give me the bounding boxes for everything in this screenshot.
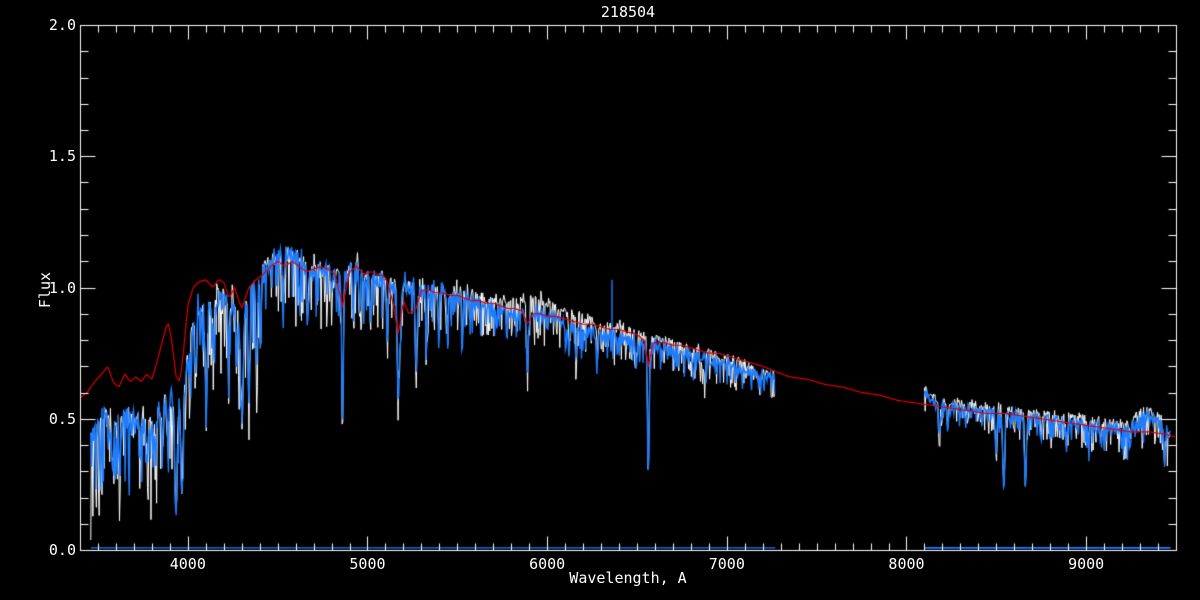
- x-tick-label: 7000: [708, 555, 745, 573]
- x-tick-label: 6000: [529, 555, 566, 573]
- x-axis-label: Wavelength, A: [569, 569, 687, 587]
- x-tick-label: 9000: [1068, 555, 1105, 573]
- y-tick-label: 2.0: [48, 16, 76, 34]
- spectrum-plot: 218504 Flux Wavelength, A 0.0 0.5 1.0 1.5 2.…: [0, 0, 1200, 600]
- y-tick-label: 0.5: [48, 409, 76, 428]
- x-tick-label: 5000: [349, 555, 386, 573]
- x-tick-label: 8000: [888, 555, 925, 573]
- y-tick-label: 1.5: [48, 147, 76, 166]
- y-tick-label: 0.0: [48, 541, 76, 559]
- x-tick-label: 4000: [169, 555, 206, 573]
- plot-title: 218504: [600, 3, 656, 21]
- spectrum-canvas: [0, 0, 1200, 600]
- y-tick-label: 1.0: [48, 278, 76, 297]
